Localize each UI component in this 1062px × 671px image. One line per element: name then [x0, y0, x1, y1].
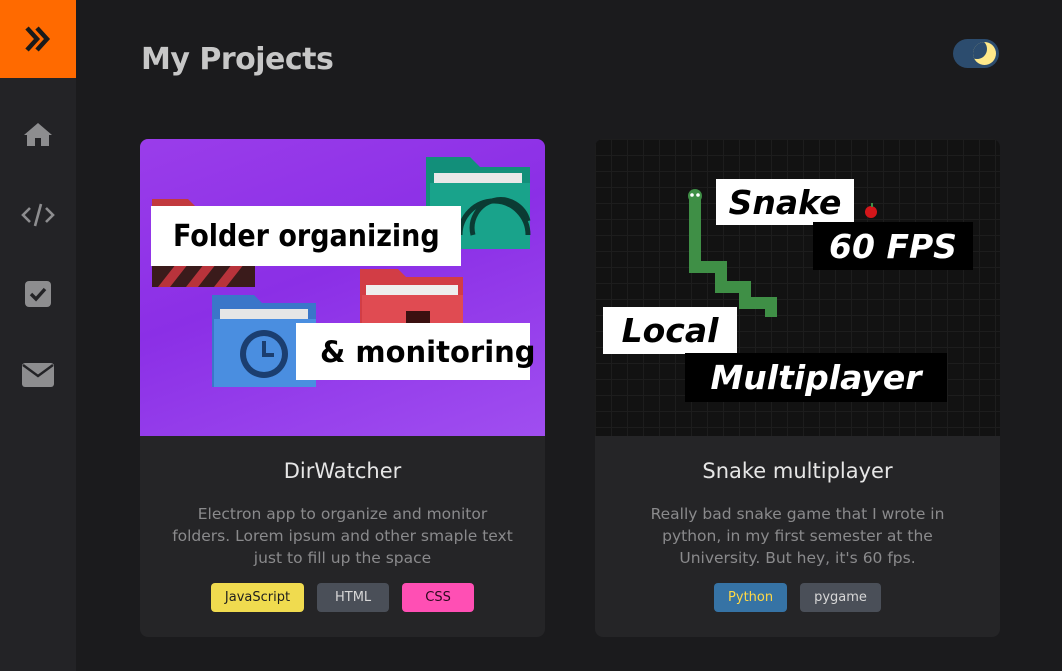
moon-icon [973, 42, 996, 65]
tag-css[interactable]: CSS [402, 583, 475, 612]
tag-list: JavaScript HTML CSS [140, 583, 545, 612]
envelope-icon [22, 363, 54, 387]
sidebar-item-contact[interactable] [0, 345, 76, 405]
sidebar-item-tasks[interactable] [0, 264, 76, 324]
image-banner: & monitoring [296, 323, 536, 380]
project-card-snake[interactable]: Snake 60 FPS Local Multiplayer Snake mul… [595, 139, 1000, 637]
project-title: Snake multiplayer [702, 459, 893, 483]
folder-illustration [152, 157, 531, 387]
project-image: Folder organizing & monitoring [140, 139, 545, 436]
project-card-dirwatcher[interactable]: Folder organizing & monitoring DirWatche… [140, 139, 545, 637]
tag-javascript[interactable]: JavaScript [210, 583, 305, 612]
tag-python[interactable]: Python [714, 583, 788, 612]
project-description: Electron app to organize and monitor fol… [172, 505, 513, 567]
tag-html[interactable]: HTML [317, 583, 390, 612]
image-banner: Multiplayer [685, 353, 947, 402]
project-title: DirWatcher [283, 459, 402, 483]
tag-list: Python pygame [595, 583, 1000, 612]
sidebar-toggle-button[interactable] [0, 0, 76, 78]
tag-pygame[interactable]: pygame [800, 583, 881, 612]
image-banner: Folder organizing [151, 206, 461, 266]
project-description: Really bad snake game that I wrote in py… [650, 505, 945, 567]
code-icon [21, 203, 55, 227]
checkbox-icon [25, 281, 51, 307]
home-icon [24, 123, 52, 146]
sidebar-item-code[interactable] [0, 185, 76, 245]
sidebar [0, 0, 76, 671]
app: My Projects Folder organizing & monitori… [0, 0, 1062, 671]
sidebar-item-home[interactable] [0, 104, 76, 164]
image-banner: 60 FPS [813, 222, 973, 270]
image-banner: Local [603, 307, 737, 354]
image-banner: Snake [716, 179, 854, 225]
page-title: My Projects [141, 42, 334, 77]
project-image: Snake 60 FPS Local Multiplayer [595, 139, 1000, 436]
theme-toggle[interactable] [953, 39, 999, 68]
double-chevron-right-icon [25, 26, 51, 52]
